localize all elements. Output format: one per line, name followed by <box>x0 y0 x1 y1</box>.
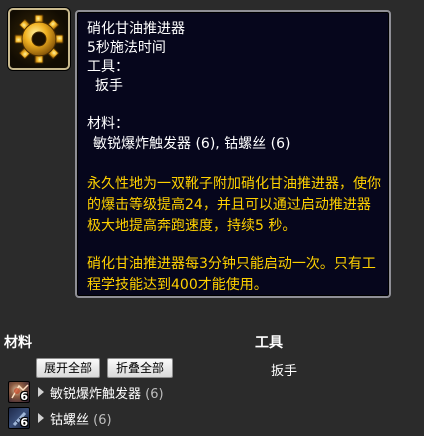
item-icon-frame[interactable] <box>8 8 70 70</box>
tool-item-wrench: 扳手 <box>271 364 298 379</box>
material-count: 6 <box>20 416 28 429</box>
material-qty: (6) <box>145 387 164 402</box>
tooltip-tools-label: 工具： <box>87 59 129 75</box>
material-row[interactable]: 6 敏锐爆炸触发器 (6) <box>8 381 208 403</box>
material-qty: (6) <box>93 413 112 428</box>
material-name[interactable]: 敏锐爆炸触发器 <box>50 387 141 402</box>
material-row[interactable]: 6 钴螺丝 (6) <box>8 407 208 429</box>
expand-all-button[interactable]: 展开全部 <box>36 358 100 378</box>
material-count: 6 <box>20 390 28 403</box>
collapse-all-button[interactable]: 折叠全部 <box>107 358 173 378</box>
tooltip-description: 永久性地为一双靴子附加硝化甘油推进器，使你的爆击等级提高24，并且可以通过启动推… <box>87 176 381 234</box>
gear-icon <box>14 14 64 64</box>
materials-heading: 材料 <box>4 335 32 351</box>
material-label[interactable]: 敏锐爆炸触发器 (6) <box>50 383 164 402</box>
tooltip-title: 硝化甘油推进器 <box>87 21 185 37</box>
tooltip-materials-label: 材料： <box>87 116 129 132</box>
tooltip-note: 硝化甘油推进器每3分钟只能启动一次。只有工程学技能达到400才能使用。 <box>87 256 376 293</box>
expand-arrow-icon[interactable] <box>38 413 44 423</box>
expand-arrow-icon[interactable] <box>38 387 44 397</box>
tooltip-materials: 敏锐爆炸触发器 (6), 钴螺丝 (6) <box>93 136 291 152</box>
material-name[interactable]: 钴螺丝 <box>50 413 89 428</box>
material-label[interactable]: 钴螺丝 (6) <box>50 409 112 428</box>
trigger-icon[interactable]: 6 <box>8 381 30 403</box>
screw-icon[interactable]: 6 <box>8 407 30 429</box>
recipe-tooltip: 硝化甘油推进器 5秒施法时间 工具： 扳手 材料： 敏锐爆炸触发器 (6), 钴… <box>75 10 391 298</box>
tools-heading: 工具 <box>255 335 283 351</box>
tooltip-cast-time: 5秒施法时间 <box>87 40 166 56</box>
tooltip-tool: 扳手 <box>95 78 123 94</box>
